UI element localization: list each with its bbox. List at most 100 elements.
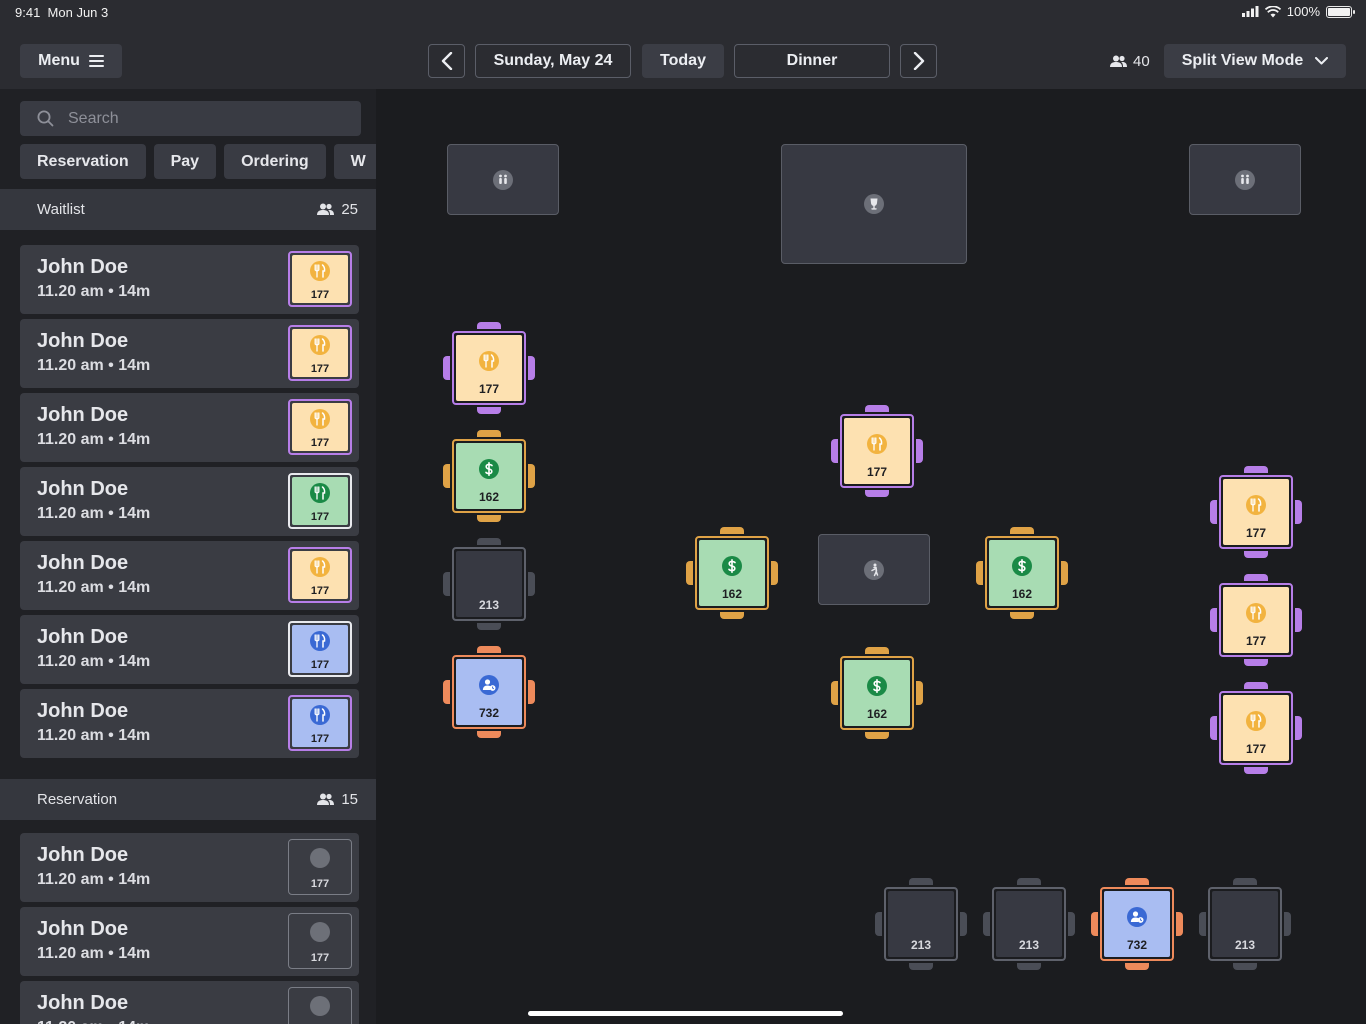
waitlist-title: Waitlist [37, 201, 85, 218]
seat [443, 680, 450, 704]
table-badge[interactable]: 177 [288, 839, 352, 895]
chevron-down-icon [1315, 57, 1329, 65]
seat [875, 912, 882, 936]
reservation-item[interactable]: John Doe 11.20 am • 14m 177 [20, 833, 359, 902]
seat [686, 561, 693, 585]
seat [1210, 500, 1217, 524]
reservation-item[interactable]: John Doe 11.20 am • 14m 177 [20, 981, 359, 1024]
guest-meta: 11.20 am • 14m [37, 945, 151, 962]
table-badge[interactable]: 177 [288, 547, 352, 603]
seat [1017, 878, 1041, 885]
restroom-left[interactable] [447, 144, 559, 215]
filter-reservation[interactable]: Reservation [20, 144, 146, 179]
date-selector[interactable]: Sunday, May 24 [475, 44, 631, 78]
seat [477, 623, 501, 630]
guest-meta: 11.20 am • 14m [37, 283, 151, 300]
waitlist-item[interactable]: John Doe 11.20 am • 14m 177 [20, 615, 359, 684]
floor-table[interactable]: 177 [1210, 574, 1302, 666]
guest-name: John Doe [37, 992, 129, 1014]
bar-area[interactable] [781, 144, 967, 264]
floor-table[interactable]: 213 [1199, 878, 1291, 970]
floor-table[interactable]: 213 [983, 878, 1075, 970]
seat [528, 680, 535, 704]
next-date-button[interactable] [900, 44, 937, 78]
guest-meta: 11.20 am • 14m [37, 653, 151, 670]
seat [528, 572, 535, 596]
floor-table[interactable]: 162 [976, 527, 1068, 619]
table-badge[interactable]: 177 [288, 399, 352, 455]
seat [720, 612, 744, 619]
menu-button[interactable]: Menu [20, 44, 122, 78]
previous-date-button[interactable] [428, 44, 465, 78]
floor-table[interactable]: 732 [1091, 878, 1183, 970]
reservation-count: 15 [317, 791, 358, 808]
view-mode-dropdown[interactable]: Split View Mode [1164, 44, 1346, 78]
table-badge[interactable]: 177 [288, 621, 352, 677]
floor-table[interactable]: 162 [831, 647, 923, 739]
seat [477, 430, 501, 437]
table-number: 162 [478, 490, 500, 504]
floor-table[interactable]: 732 [443, 646, 535, 738]
table-badge[interactable]: 177 [288, 251, 352, 307]
floor-table[interactable]: 177 [1210, 466, 1302, 558]
floor-plan: 177 162 213 732 177 162 162 162 177 177 177 213 213 7… [376, 89, 1366, 1024]
menu-label: Menu [38, 52, 80, 69]
seat [1125, 878, 1149, 885]
floor-table[interactable]: 213 [443, 538, 535, 630]
filter-waitlist[interactable]: W [333, 144, 376, 179]
seat [831, 439, 838, 463]
waitlist-item[interactable]: John Doe 11.20 am • 14m 177 [20, 541, 359, 610]
table-badge[interactable]: 177 [288, 913, 352, 969]
floor-table[interactable]: 177 [443, 322, 535, 414]
kids-area[interactable] [818, 534, 930, 605]
reservation-item[interactable]: John Doe 11.20 am • 14m 177 [20, 907, 359, 976]
seat [1295, 608, 1302, 632]
filter-pay[interactable]: Pay [153, 144, 217, 179]
seat [1244, 466, 1268, 473]
utensils-icon [310, 705, 330, 725]
utensils-icon [310, 631, 330, 651]
seat [909, 963, 933, 970]
filter-ordering[interactable]: Ordering [224, 144, 326, 179]
waitlist-count: 25 [317, 201, 358, 218]
restroom-right[interactable] [1189, 144, 1301, 215]
waitlist-item[interactable]: John Doe 11.20 am • 14m 177 [20, 467, 359, 536]
seat [1210, 608, 1217, 632]
guest-name: John Doe [37, 404, 129, 426]
table-badge[interactable]: 177 [288, 325, 352, 381]
cellular-icon [1241, 6, 1259, 17]
guest-count-value: 40 [1133, 53, 1150, 70]
floor-table[interactable]: 177 [1210, 682, 1302, 774]
floor-table[interactable]: 177 [831, 405, 923, 497]
waitlist-header[interactable]: Waitlist 25 [0, 189, 376, 230]
floor-table[interactable]: 162 [686, 527, 778, 619]
seat [1199, 912, 1206, 936]
table-number: 213 [1018, 938, 1040, 952]
search-box[interactable] [20, 101, 361, 136]
seat [1125, 963, 1149, 970]
waitlist-item[interactable]: John Doe 11.20 am • 14m 177 [20, 393, 359, 462]
table-badge[interactable]: 177 [288, 473, 352, 529]
table-badge[interactable]: 177 [288, 987, 352, 1024]
search-input[interactable] [68, 109, 328, 128]
today-label: Today [660, 52, 706, 69]
table-number: 177 [1245, 526, 1267, 540]
table-number: 162 [866, 707, 888, 721]
seat [1244, 574, 1268, 581]
filter-chips: Reservation Pay Ordering W [20, 144, 376, 179]
table-number: 213 [478, 598, 500, 612]
service-selector[interactable]: Dinner [734, 44, 890, 78]
waitlist-item[interactable]: John Doe 11.20 am • 14m 177 [20, 319, 359, 388]
table-number: 177 [310, 952, 330, 964]
seat [1061, 561, 1068, 585]
seat [831, 681, 838, 705]
floor-table[interactable]: 213 [875, 878, 967, 970]
floor-table[interactable]: 162 [443, 430, 535, 522]
accessibility-icon [864, 559, 884, 580]
table-badge[interactable]: 177 [288, 695, 352, 751]
waitlist-item[interactable]: John Doe 11.20 am • 14m 177 [20, 245, 359, 314]
today-button[interactable]: Today [642, 44, 724, 78]
waitlist-item[interactable]: John Doe 11.20 am • 14m 177 [20, 689, 359, 758]
reservation-header[interactable]: Reservation 15 [0, 779, 376, 820]
seat [1017, 963, 1041, 970]
